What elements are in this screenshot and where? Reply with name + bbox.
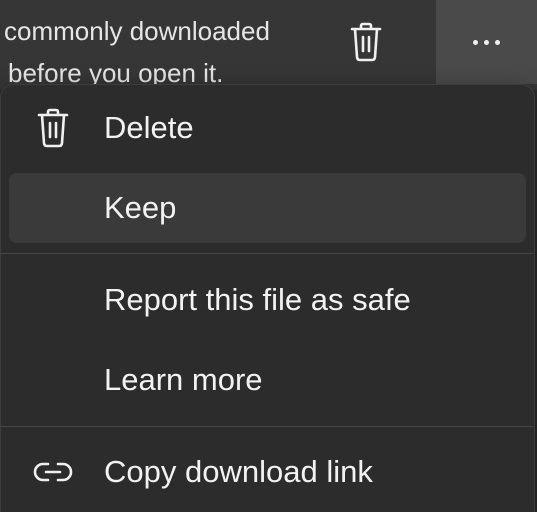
menu-separator [1,426,534,427]
more-dots-icon [473,39,500,45]
menu-item-label: Keep [104,190,177,225]
menu-item-learn-more[interactable]: Learn more [9,345,526,415]
trash-icon [350,22,382,62]
warning-line-1: commonly downloaded [4,16,270,46]
menu-item-keep[interactable]: Keep [9,173,526,243]
menu-item-label: Report this file as safe [104,282,411,317]
context-menu: Delete Keep Report this file as safe Lea… [0,84,535,512]
more-options-button[interactable] [436,0,537,84]
menu-separator [1,253,534,254]
link-icon [33,452,73,492]
menu-item-copy-link[interactable]: Copy download link [9,437,526,507]
downloads-panel: commonly downloaded before you open it. [0,0,537,512]
download-item: commonly downloaded before you open it. [0,0,537,90]
delete-download-button[interactable] [336,12,396,72]
menu-item-label: Learn more [104,362,263,397]
menu-item-delete[interactable]: Delete [9,93,526,163]
menu-item-label: Delete [104,110,194,145]
menu-item-report-safe[interactable]: Report this file as safe [9,265,526,335]
menu-item-label: Copy download link [104,454,373,489]
download-warning-text: commonly downloaded before you open it. [4,10,316,94]
trash-icon [33,108,73,148]
